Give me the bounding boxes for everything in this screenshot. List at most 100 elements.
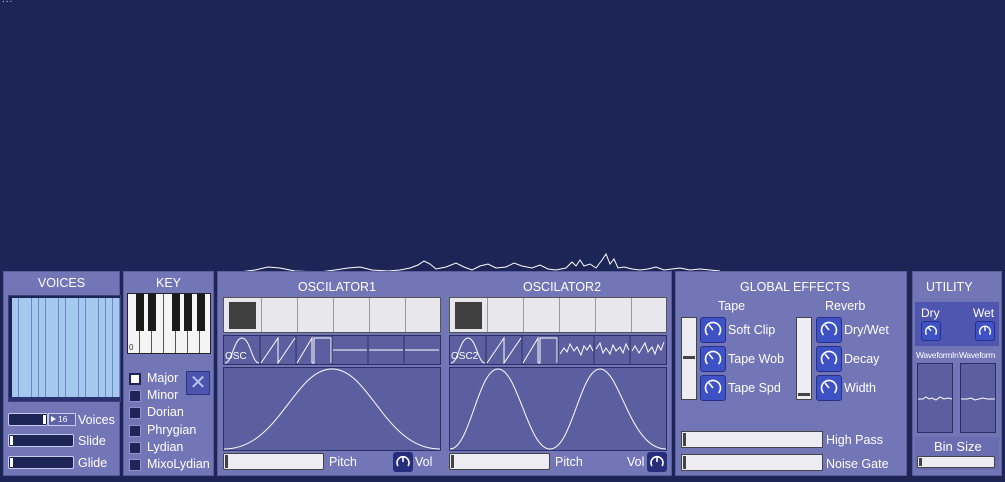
waveform-out-scope bbox=[960, 363, 996, 433]
utility-panel: UTILITY Dry Wet WaveformIn Waveform Bin … bbox=[912, 271, 1002, 476]
osc1-wave-tag: OSC bbox=[225, 351, 247, 362]
osc1-step-sequencer[interactable] bbox=[223, 297, 441, 333]
key-panel: KEY 0 Major Minor Dorian Phrygian Lydian Mixo… bbox=[123, 271, 214, 476]
fx-knob-label: Tape Spd bbox=[728, 381, 781, 395]
osc2-vol-label: Vol bbox=[627, 455, 645, 469]
oscillators-panel: OSCILATOR1 OSCILATOR2 OSC Pitch Vol OSC2… bbox=[217, 271, 672, 476]
scale-checkbox[interactable] bbox=[129, 459, 141, 471]
utility-title: UTILITY bbox=[926, 280, 973, 294]
dry-knob[interactable] bbox=[921, 321, 941, 341]
fx-knob-label: Decay bbox=[844, 352, 880, 366]
bin-size-label: Bin Size bbox=[934, 439, 982, 454]
scale-checkbox[interactable] bbox=[129, 441, 141, 454]
osc1-waveform-selector[interactable]: OSC bbox=[223, 335, 441, 365]
knob-icon bbox=[820, 379, 838, 394]
fx-knob[interactable] bbox=[700, 375, 726, 401]
piano-black-key[interactable] bbox=[172, 294, 180, 331]
high-pass-slider[interactable] bbox=[681, 431, 823, 448]
osc1-waveform-shapes[interactable] bbox=[224, 336, 440, 365]
tape-slider[interactable] bbox=[681, 317, 697, 400]
waveform-in-label: WaveformIn bbox=[916, 350, 959, 360]
bin-size-band: Bin Size bbox=[915, 437, 999, 470]
knob-icon bbox=[924, 325, 938, 335]
voice-bar[interactable] bbox=[112, 298, 120, 397]
osc2-pitch-label: Pitch bbox=[555, 455, 583, 469]
fx-knob[interactable] bbox=[816, 346, 842, 372]
knob-icon bbox=[704, 321, 722, 336]
osc2-waveform-selector[interactable]: OSC2 bbox=[449, 335, 667, 365]
scale-checkbox[interactable] bbox=[129, 373, 141, 385]
voices-label: Voices bbox=[78, 413, 115, 427]
voices-panel: VOICES 16 Voices Slide Glide bbox=[3, 271, 121, 476]
scale-checkbox[interactable] bbox=[129, 390, 141, 403]
slide-slider[interactable] bbox=[8, 434, 74, 447]
knob-icon bbox=[396, 455, 410, 467]
bin-size-slider[interactable] bbox=[917, 456, 995, 468]
voice-bars-base bbox=[9, 397, 120, 401]
glide-slider[interactable] bbox=[8, 456, 74, 469]
osc1-pitch-slider[interactable] bbox=[223, 453, 324, 470]
voices-title: VOICES bbox=[37, 276, 86, 290]
knob-icon bbox=[820, 321, 838, 336]
osc1-title: OSCILATOR1 bbox=[298, 280, 377, 294]
wet-knob[interactable] bbox=[975, 321, 995, 341]
piano-black-key[interactable] bbox=[197, 294, 205, 331]
high-pass-label: High Pass bbox=[826, 433, 883, 447]
clear-scale-button[interactable]: ✕ bbox=[186, 371, 210, 395]
voice-bars[interactable] bbox=[8, 295, 121, 402]
piano-black-key[interactable] bbox=[184, 294, 192, 331]
knob-icon bbox=[820, 350, 838, 365]
knob-icon bbox=[650, 455, 664, 467]
fx-knob-label: Soft Clip bbox=[728, 323, 776, 337]
knob-icon bbox=[704, 350, 722, 365]
knob-icon bbox=[704, 379, 722, 394]
fx-knob[interactable] bbox=[816, 375, 842, 401]
osc2-wave-tag: OSC2 bbox=[451, 351, 479, 362]
osc1-vol-label: Vol bbox=[415, 455, 433, 469]
waveform-label: Waveform bbox=[959, 350, 996, 360]
knob-icon bbox=[978, 325, 992, 335]
octave-number: 0 bbox=[129, 343, 134, 352]
wet-label: Wet bbox=[973, 306, 995, 320]
waveform-in-scope bbox=[917, 363, 953, 433]
voices-count-stepper[interactable]: 16 bbox=[48, 413, 76, 426]
reverb-slider[interactable] bbox=[796, 317, 812, 400]
slide-label: Slide bbox=[78, 434, 106, 448]
fx-knob-label: Dry/Wet bbox=[844, 323, 889, 337]
noise-gate-slider[interactable] bbox=[681, 454, 823, 471]
osc2-waveform-shapes[interactable] bbox=[450, 336, 666, 365]
osc2-vol-knob[interactable] bbox=[647, 452, 667, 472]
fx-knob[interactable] bbox=[816, 317, 842, 343]
dry-label: Dry bbox=[921, 306, 940, 320]
osc2-waveform-display bbox=[449, 367, 667, 451]
fx-knob[interactable] bbox=[700, 317, 726, 343]
osc2-step-sequencer[interactable] bbox=[449, 297, 667, 333]
fx-knob-label: Tape Wob bbox=[728, 352, 785, 366]
scale-label: Major bbox=[147, 371, 179, 385]
piano-keyboard[interactable]: 0 bbox=[127, 293, 211, 354]
global-effects-title: GLOBAL EFFECTS bbox=[740, 280, 850, 294]
scale-label: Minor bbox=[147, 388, 179, 403]
scale-label: Dorian bbox=[147, 405, 184, 420]
fx-knob-label: Width bbox=[844, 381, 876, 395]
scale-label: Phrygian bbox=[147, 422, 197, 437]
voices-slider[interactable] bbox=[8, 413, 48, 426]
piano-black-key[interactable] bbox=[148, 294, 156, 331]
osc1-waveform-display bbox=[223, 367, 441, 451]
tape-title: Tape bbox=[718, 299, 746, 313]
scale-checkbox[interactable] bbox=[129, 424, 141, 437]
piano-black-key[interactable] bbox=[136, 294, 144, 331]
osc1-pitch-label: Pitch bbox=[329, 455, 357, 469]
glide-label: Glide bbox=[78, 456, 108, 470]
osc2-title: OSCILATOR2 bbox=[523, 280, 602, 294]
noise-gate-label: Noise Gate bbox=[826, 457, 889, 471]
fx-knob[interactable] bbox=[700, 346, 726, 372]
scale-label: Lydian bbox=[147, 439, 184, 454]
scale-checkbox[interactable] bbox=[129, 407, 141, 420]
osc2-pitch-slider[interactable] bbox=[449, 453, 550, 470]
osc1-vol-knob[interactable] bbox=[393, 452, 413, 472]
scale-label: MixoLydian bbox=[147, 457, 210, 471]
key-title: KEY bbox=[155, 276, 181, 290]
corner-label: ... bbox=[2, 0, 13, 5]
close-icon: ✕ bbox=[189, 372, 207, 394]
